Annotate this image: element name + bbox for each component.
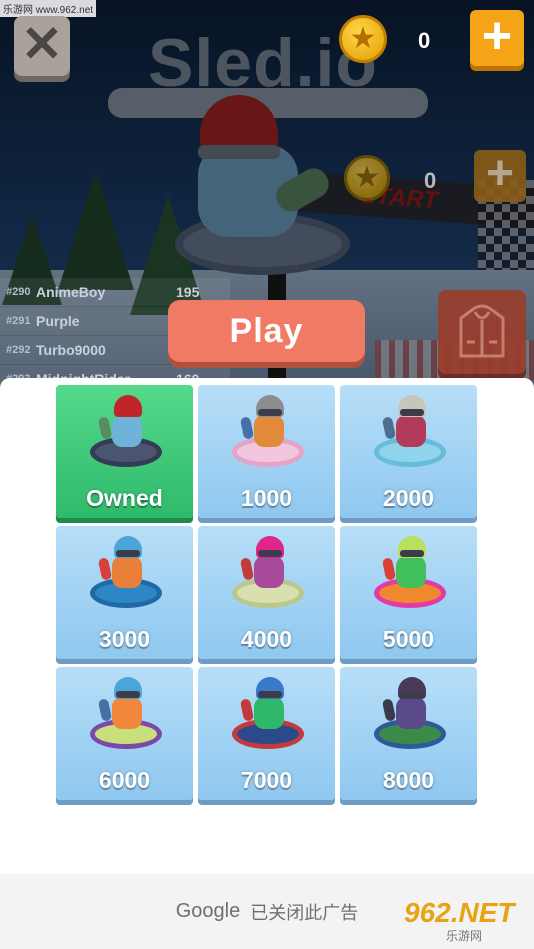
close-icon: ✕: [21, 16, 63, 72]
skin-leg: [239, 416, 255, 440]
coin-count-background: 0: [424, 168, 437, 193]
add-coins-button-background: +: [474, 150, 526, 202]
skin-card[interactable]: 2000: [340, 385, 477, 518]
coin-icon: ★: [344, 155, 390, 201]
skin-goggles: [116, 550, 140, 557]
skin-leg: [381, 557, 397, 581]
skin-preview: [86, 534, 166, 616]
skin-body: [112, 415, 142, 447]
skin-price-label: 5000: [382, 626, 435, 652]
skin-card[interactable]: 7000: [198, 667, 335, 800]
skin-preview: [228, 534, 308, 616]
watermark-logo: 962.NET 乐游网: [400, 895, 528, 945]
plus-icon: +: [481, 7, 513, 65]
skin-card[interactable]: 1000: [198, 385, 335, 518]
skin-price-label: 8000: [382, 767, 435, 793]
skin-leg: [381, 416, 397, 440]
leaderboard-rank: #290: [6, 286, 31, 298]
skin-goggles: [258, 409, 282, 416]
skin-goggles: [258, 691, 282, 698]
skin-preview: [370, 534, 450, 616]
skin-price-label: 7000: [240, 767, 293, 793]
watermark-top: 乐游网 www.962.net: [0, 0, 97, 17]
leaderboard-name: Purple: [36, 313, 80, 329]
play-button[interactable]: Play: [168, 300, 365, 362]
skin-body: [254, 697, 284, 729]
hoodie-icon: [459, 304, 505, 358]
skin-card[interactable]: 4000: [198, 526, 335, 659]
skin-price-label: 4000: [240, 626, 293, 652]
ad-closed-text: 已关闭此广告: [250, 902, 359, 923]
skin-leg: [381, 698, 397, 722]
skin-body: [254, 415, 284, 447]
leaderboard-rank: #291: [6, 315, 31, 327]
skin-leg: [239, 557, 255, 581]
skin-leg: [97, 698, 113, 722]
skin-preview: [228, 675, 308, 757]
skin-preview: [370, 675, 450, 757]
close-button[interactable]: ✕: [14, 16, 70, 76]
leaderboard-rank: #292: [6, 344, 31, 356]
skin-price-label: 6000: [98, 767, 151, 793]
skin-leg: [239, 698, 255, 722]
skin-price-label: 3000: [98, 626, 151, 652]
leaderboard-name: AnimeBoy: [36, 284, 106, 300]
play-label: Play: [229, 311, 304, 350]
skin-shop-panel: Owned 1000 2000 3000 4000 5000 6000 7000 8000: [0, 378, 534, 874]
skin-price-label: 2000: [382, 485, 435, 511]
skin-card[interactable]: 3000: [56, 526, 193, 659]
google-logo: Google: [175, 900, 241, 922]
outfit-button[interactable]: [438, 290, 526, 374]
coin-count: 0: [418, 28, 431, 53]
leaderboard-name: Turbo9000: [36, 342, 106, 358]
add-coins-button[interactable]: +: [470, 10, 524, 66]
skin-goggles: [400, 691, 424, 698]
skin-body: [112, 556, 142, 588]
plus-icon: +: [485, 147, 515, 200]
watermark-logo-subtext: 乐游网: [446, 929, 483, 943]
skin-goggles: [258, 550, 282, 557]
skin-body: [112, 697, 142, 729]
skin-preview: [228, 393, 308, 475]
skin-preview: [86, 675, 166, 757]
skin-body: [254, 556, 284, 588]
skin-hat: [114, 395, 142, 417]
skin-preview: [370, 393, 450, 475]
star-icon: ★: [349, 22, 377, 55]
skin-grid: Owned 1000 2000 3000 4000 5000 6000 7000 8000: [56, 385, 477, 800]
skin-body: [396, 415, 426, 447]
skin-card[interactable]: Owned: [56, 385, 193, 518]
coin-icon: ★: [339, 15, 387, 63]
watermark-logo-text: 962.NET: [404, 897, 515, 928]
skin-price-label: Owned: [86, 485, 163, 511]
skin-body: [396, 556, 426, 588]
skin-preview: [86, 393, 166, 475]
leaderboard-score: 195: [176, 284, 200, 300]
skin-leg: [97, 557, 113, 581]
skin-goggles: [116, 691, 140, 698]
skin-goggles: [400, 409, 424, 416]
skin-card[interactable]: 6000: [56, 667, 193, 800]
skin-card[interactable]: 8000: [340, 667, 477, 800]
skin-leg: [97, 416, 113, 440]
skin-price-label: 1000: [240, 485, 293, 511]
skin-card[interactable]: 5000: [340, 526, 477, 659]
skin-goggles: [400, 550, 424, 557]
skin-body: [396, 697, 426, 729]
star-icon: ★: [353, 161, 381, 194]
